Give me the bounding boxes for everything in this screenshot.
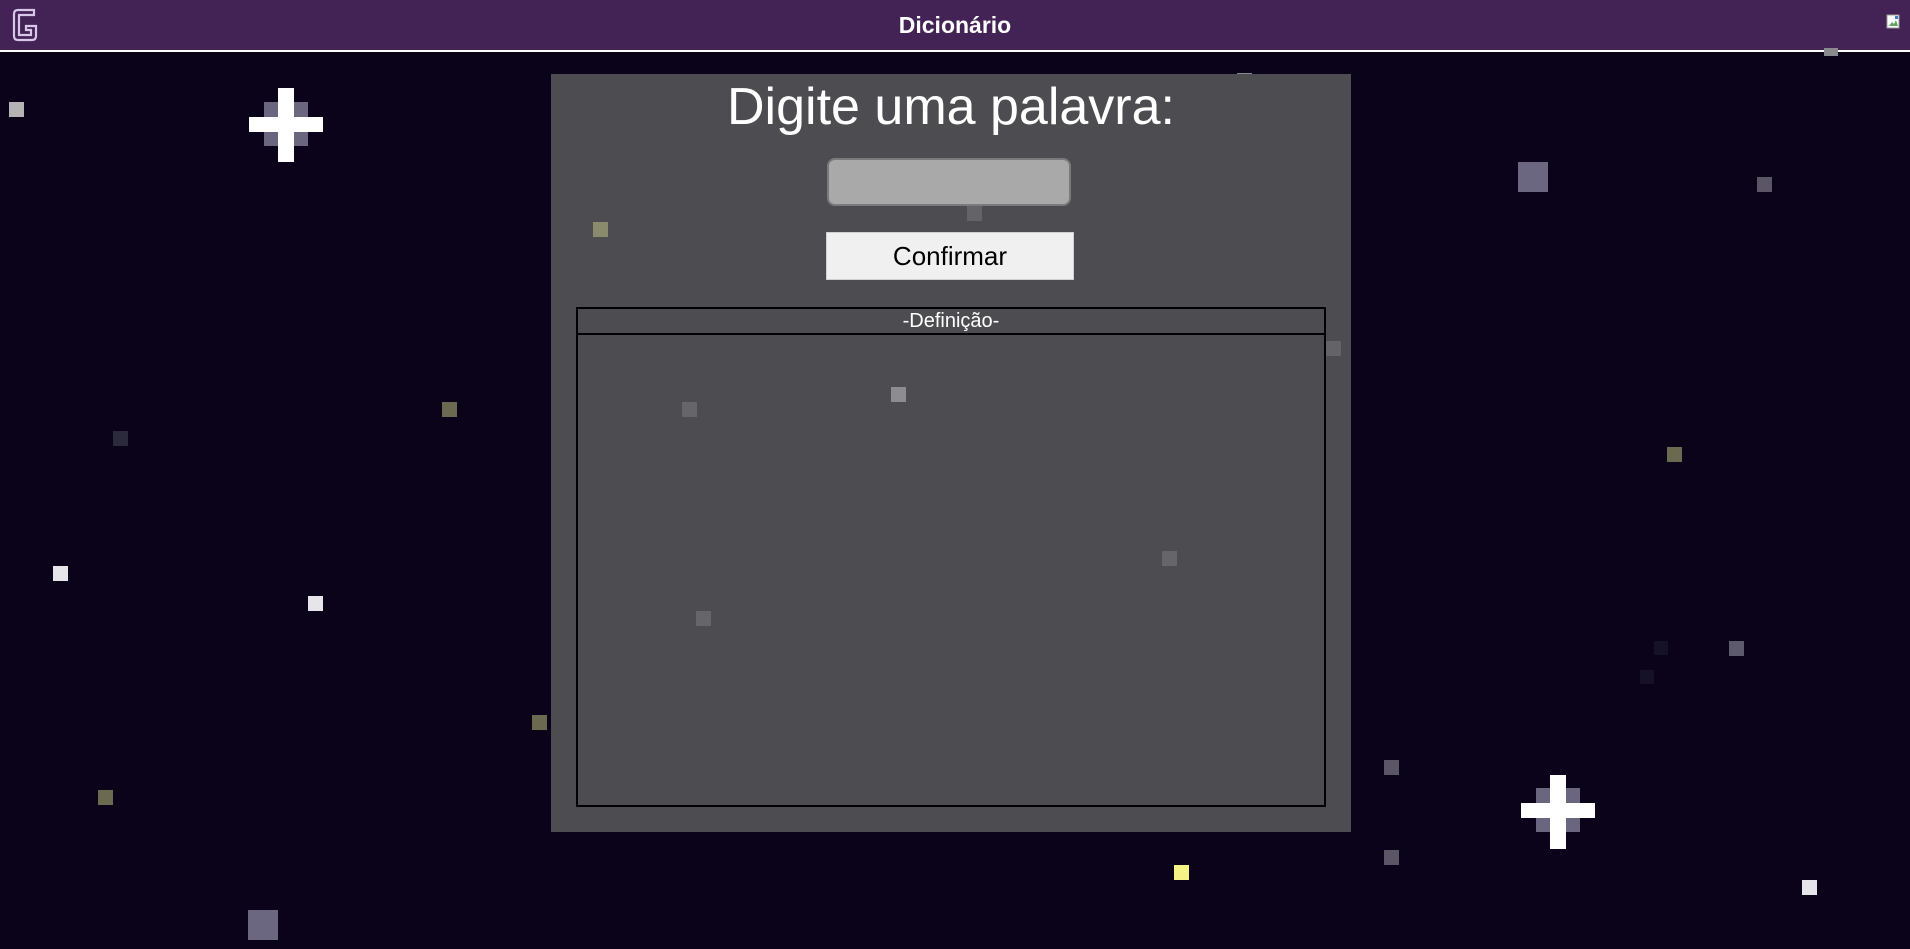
star-decoration <box>696 611 711 626</box>
broken-image-icon <box>1886 14 1900 29</box>
star-decoration <box>593 222 608 237</box>
sparkle-icon <box>1521 775 1595 849</box>
word-input[interactable] <box>827 158 1071 206</box>
definition-header: -Definição- <box>576 307 1326 335</box>
star-decoration <box>891 387 906 402</box>
star-decoration <box>1162 551 1177 566</box>
header-bar: Dicionário <box>0 0 1910 52</box>
star-decoration <box>1326 341 1341 356</box>
sparkle-icon <box>249 88 323 162</box>
confirm-button[interactable]: Confirmar <box>826 232 1074 280</box>
dictionary-panel: Digite uma palavra: Confirmar -Definição… <box>551 74 1351 832</box>
page-heading: Digite uma palavra: <box>727 78 1175 136</box>
star-decoration <box>967 206 982 221</box>
star-decoration <box>682 402 697 417</box>
app-title: Dicionário <box>898 12 1012 38</box>
